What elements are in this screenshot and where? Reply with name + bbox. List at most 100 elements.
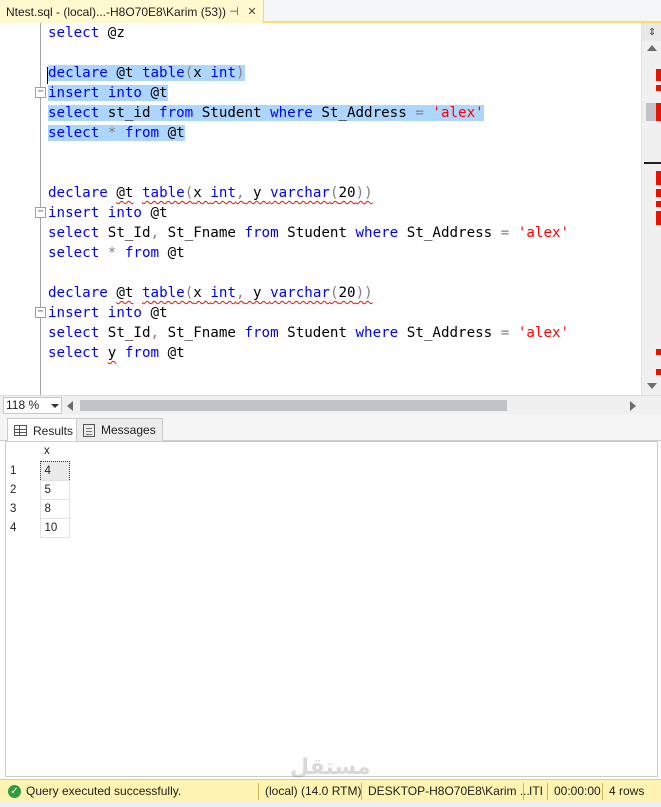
code-token: from [124, 245, 160, 261]
cell-x[interactable]: 4 [39, 460, 70, 481]
document-tab-ntest[interactable]: Ntest.sql - (local)...-H8O70E8\Karim (53… [0, 0, 264, 23]
error-marker[interactable] [656, 189, 661, 197]
cell-x[interactable]: 10 [39, 517, 70, 538]
error-marker[interactable] [656, 69, 661, 81]
code-token: from [244, 325, 279, 341]
code-line[interactable]: select y from @t [48, 343, 185, 363]
code-line[interactable]: select * from @t [48, 123, 185, 143]
code-line[interactable]: declare @t table(x int) [48, 63, 245, 83]
code-token: 20 [338, 185, 356, 201]
table-row[interactable]: 4 10 [6, 517, 70, 538]
pin-icon[interactable]: ⊣ [227, 5, 241, 18]
cell-x[interactable]: 8 [39, 498, 70, 519]
column-header-x[interactable]: x [40, 442, 69, 461]
tab-results-label: Results [33, 423, 74, 438]
code-token: declare [48, 285, 108, 301]
code-token: table [141, 65, 185, 81]
document-tab-title: Ntest.sql - (local)...-H8O70E8\Karim (53… [6, 4, 227, 19]
code-line[interactable]: insert into @t [48, 83, 168, 103]
results-grid[interactable]: x 1 4 2 5 3 8 4 10 [5, 441, 658, 777]
row-number[interactable]: 1 [6, 461, 40, 480]
code-token: , [235, 285, 245, 301]
table-row[interactable]: 25 [6, 479, 70, 500]
editor-margin [0, 23, 30, 395]
code-token: @t [116, 185, 134, 201]
code-token: @t [141, 305, 168, 321]
overview-cursor-marker [644, 162, 661, 164]
tab-messages[interactable]: Messages [76, 418, 163, 441]
status-row-count: 4 rows [609, 784, 645, 798]
query-editor[interactable]: select @z declare @t table(x int) insert i… [0, 23, 661, 395]
code-token: from [159, 105, 194, 121]
check-circle-icon: ✓ [8, 785, 21, 798]
code-token: select [48, 125, 100, 141]
grid-icon [14, 425, 27, 436]
horizontal-scroll-thumb[interactable] [80, 400, 507, 411]
code-line[interactable]: insert into @t [48, 203, 168, 223]
status-server: (local) (14.0 RTM) [265, 784, 362, 798]
code-token: ) [235, 65, 245, 81]
code-line[interactable]: declare @t table(x int, y varchar(20)) [48, 283, 373, 303]
row-number[interactable]: 4 [6, 518, 40, 537]
code-line[interactable]: declare @t table(x int, y varchar(20)) [48, 183, 373, 203]
code-token: St_Id [99, 325, 151, 341]
zoom-value: 118 % [6, 398, 40, 412]
watermark-logo: مستقل [290, 755, 371, 780]
fold-toggle-icon[interactable]: − [35, 207, 46, 218]
code-token: where [270, 105, 313, 121]
table-row[interactable]: 38 [6, 498, 70, 519]
results-tab-bar: Results Messages [0, 414, 661, 442]
close-icon[interactable]: ✕ [245, 5, 259, 18]
split-editor-button[interactable]: ⇕ [642, 23, 661, 41]
code-line[interactable]: select * from @t [48, 243, 185, 263]
code-line[interactable]: select St_Id, St_Fname from Student wher… [48, 223, 569, 243]
scroll-down-arrow-icon[interactable] [647, 383, 657, 389]
table-row[interactable]: 14 [6, 460, 70, 481]
code-token: varchar [270, 285, 330, 301]
row-number[interactable]: 2 [6, 480, 40, 499]
tab-results[interactable]: Results [7, 418, 81, 442]
error-marker[interactable] [656, 369, 661, 375]
code-token: where [355, 225, 399, 241]
code-line[interactable]: select st_id from Student where St_Addre… [48, 103, 484, 123]
status-login: DESKTOP-H8O70E8\Karim ... [368, 784, 530, 798]
error-marker[interactable] [656, 201, 661, 207]
error-marker[interactable] [656, 349, 661, 355]
row-number[interactable]: 3 [6, 499, 40, 518]
code-token: Student [278, 225, 356, 241]
error-marker[interactable] [656, 211, 661, 225]
code-token: @t [116, 285, 134, 301]
code-token: int [210, 185, 236, 201]
error-marker[interactable] [656, 103, 661, 121]
scroll-left-arrow-icon[interactable] [67, 401, 73, 411]
code-token: into [107, 85, 142, 101]
code-token: insert [48, 305, 100, 321]
zoom-dropdown[interactable]: 118 % [3, 397, 62, 414]
cell-x[interactable]: 5 [39, 479, 70, 500]
zoom-scroll-row: 118 % [0, 395, 661, 414]
fold-toggle-icon[interactable]: − [35, 307, 46, 318]
scroll-up-arrow-icon[interactable] [647, 45, 657, 51]
code-token: = [500, 225, 510, 241]
code-token: St_Address [398, 325, 501, 341]
code-line[interactable]: select @z [48, 23, 125, 43]
status-bar: ✓ Query executed successfully. (local) (… [0, 779, 661, 802]
error-marker[interactable] [656, 85, 661, 91]
code-token: x [193, 285, 211, 301]
scroll-right-arrow-icon[interactable] [630, 401, 636, 411]
code-token: x [193, 185, 211, 201]
code-token: 20 [338, 285, 356, 301]
code-line[interactable]: insert into @t [48, 303, 168, 323]
error-marker[interactable] [656, 171, 661, 185]
fold-toggle-icon[interactable]: − [35, 87, 46, 98]
code-line[interactable]: select St_Id, St_Fname from Student wher… [48, 323, 569, 343]
code-token: = [500, 325, 510, 341]
row-number-header[interactable] [6, 442, 40, 461]
vertical-scrollbar[interactable]: ⇕ [641, 23, 661, 395]
